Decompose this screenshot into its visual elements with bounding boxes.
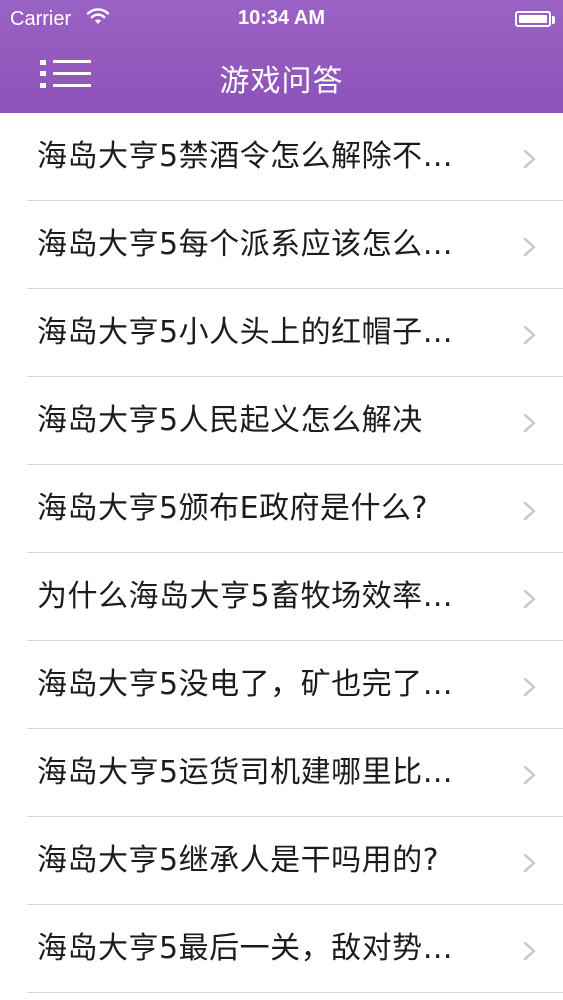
list-item-label: 海岛大亨5小人头上的红帽子… <box>37 315 454 350</box>
chevron-right-icon <box>523 325 536 345</box>
battery-nub <box>552 16 555 24</box>
list-item[interactable]: 海岛大亨5禁酒令怎么解除不… <box>0 113 563 201</box>
battery-level <box>519 15 547 23</box>
chevron-right-icon <box>523 237 536 257</box>
page-title: 游戏问答 <box>219 64 344 99</box>
list-item[interactable]: 海岛大亨5每个派系应该怎么… <box>0 201 563 289</box>
list-item[interactable]: 海岛大亨5最后一关，敌对势… <box>0 905 563 993</box>
list-item-label: 海岛大亨5每个派系应该怎么… <box>37 227 454 262</box>
list-item-label: 海岛大亨5运货司机建哪里比… <box>37 755 454 790</box>
list-item[interactable]: 海岛大亨5没电了，矿也完了… <box>0 641 563 729</box>
chevron-right-icon <box>523 941 536 961</box>
nav-bar: 游戏问答 <box>0 38 563 113</box>
list-item-label: 海岛大亨5继承人是干吗用的? <box>37 843 440 878</box>
question-list: 海岛大亨5禁酒令怎么解除不… 海岛大亨5每个派系应该怎么… 海岛大亨5小人头上的… <box>0 113 563 993</box>
list-item[interactable]: 为什么海岛大亨5畜牧场效率… <box>0 553 563 641</box>
chevron-right-icon <box>523 853 536 873</box>
list-item-label: 海岛大亨5最后一关，敌对势… <box>37 931 454 966</box>
chevron-right-icon <box>523 149 536 169</box>
list-item-label: 海岛大亨5人民起义怎么解决 <box>37 403 423 438</box>
chevron-right-icon <box>523 589 536 609</box>
chevron-right-icon <box>523 501 536 521</box>
list-item-label: 海岛大亨5禁酒令怎么解除不… <box>37 139 454 174</box>
list-item-label: 为什么海岛大亨5畜牧场效率… <box>37 579 454 614</box>
list-item-label: 海岛大亨5颁布E政府是什么? <box>37 491 428 526</box>
list-item[interactable]: 海岛大亨5人民起义怎么解决 <box>0 377 563 465</box>
chevron-right-icon <box>523 413 536 433</box>
list-item[interactable]: 海岛大亨5运货司机建哪里比… <box>0 729 563 817</box>
chevron-right-icon <box>523 677 536 697</box>
list-item-label: 海岛大亨5没电了，矿也完了… <box>37 667 454 702</box>
status-bar: Carrier 10:34 AM <box>0 0 563 38</box>
list-item[interactable]: 海岛大亨5小人头上的红帽子… <box>0 289 563 377</box>
battery-icon <box>515 11 551 27</box>
header: Carrier 10:34 AM 游戏问答 <box>0 0 563 113</box>
chevron-right-icon <box>523 765 536 785</box>
list-item[interactable]: 海岛大亨5颁布E政府是什么? <box>0 465 563 553</box>
list-item[interactable]: 海岛大亨5继承人是干吗用的? <box>0 817 563 905</box>
status-time: 10:34 AM <box>237 7 326 29</box>
